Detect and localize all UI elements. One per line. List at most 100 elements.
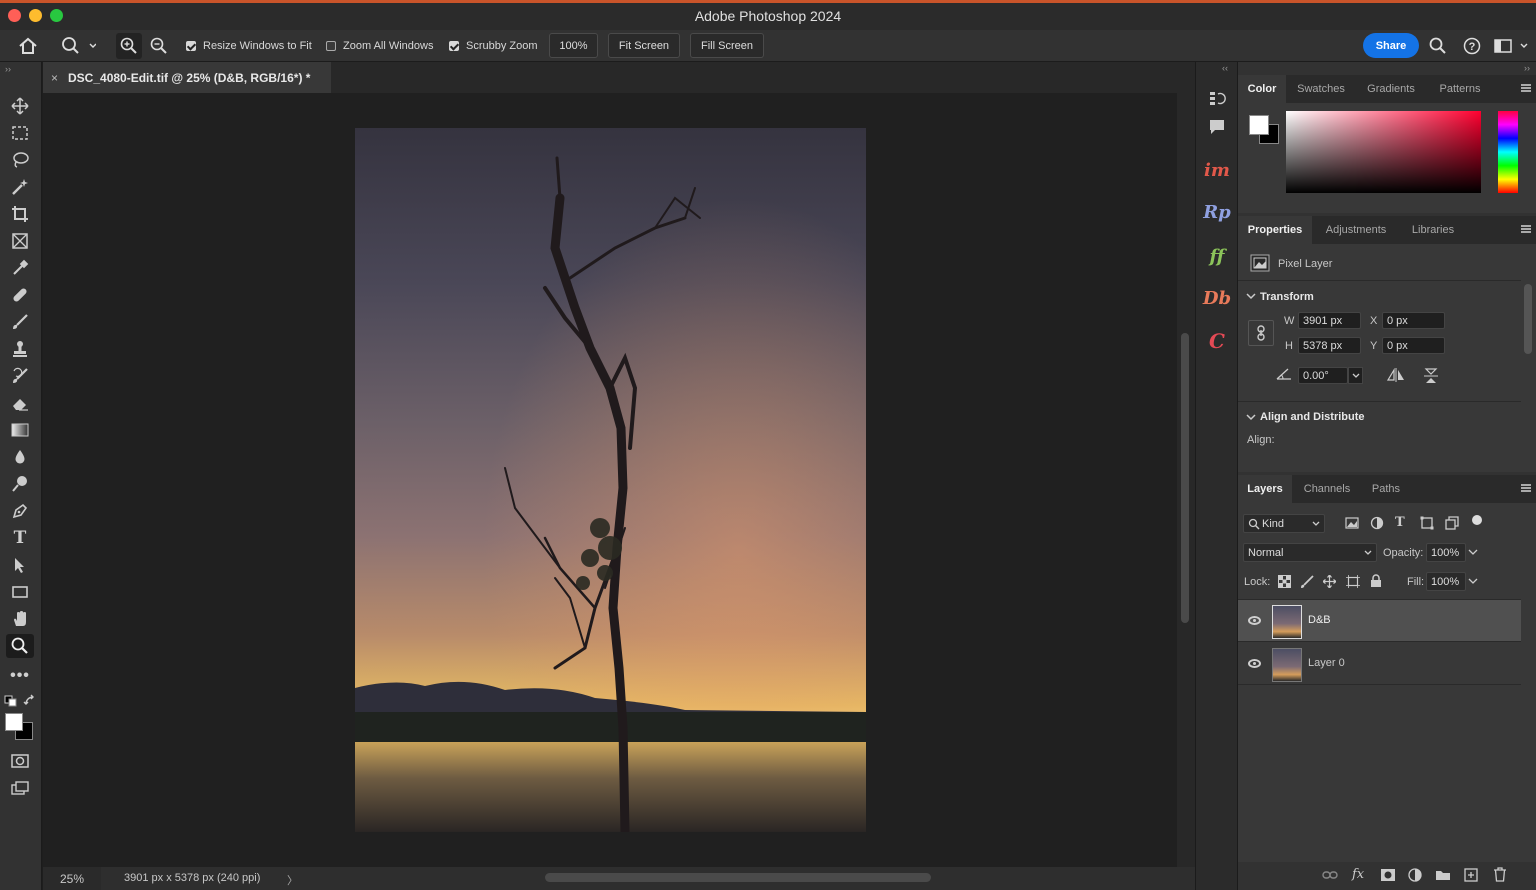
plugin-ff-icon[interactable]: ff — [1203, 242, 1231, 270]
transform-header[interactable]: Transform — [1260, 291, 1314, 303]
y-field[interactable]: 0 px — [1382, 337, 1445, 354]
rectangle-tool-icon[interactable] — [6, 580, 34, 604]
dodge-tool-icon[interactable] — [6, 472, 34, 496]
tab-swatches[interactable]: Swatches — [1288, 75, 1354, 103]
zoom-tool-icon[interactable] — [6, 634, 34, 658]
tab-layers[interactable]: Layers — [1238, 475, 1292, 503]
frame-tool-icon[interactable] — [6, 229, 34, 253]
opacity-dropdown-icon[interactable] — [1468, 547, 1478, 559]
pen-tool-icon[interactable] — [6, 499, 34, 523]
fill-dropdown-icon[interactable] — [1468, 576, 1478, 588]
link-icon[interactable] — [1322, 870, 1338, 883]
link-dimensions-icon[interactable] — [1248, 320, 1274, 346]
tab-patterns[interactable]: Patterns — [1430, 75, 1490, 103]
height-field[interactable]: 5378 px — [1298, 337, 1361, 354]
tab-libraries[interactable]: Libraries — [1402, 216, 1464, 244]
tab-color[interactable]: Color — [1238, 75, 1286, 103]
flip-horizontal-icon[interactable] — [1386, 367, 1406, 385]
properties-scroll-thumb[interactable] — [1524, 284, 1532, 354]
folder-icon[interactable] — [1435, 869, 1451, 884]
fill-field[interactable]: 100% — [1426, 572, 1466, 591]
history-brush-tool-icon[interactable] — [6, 364, 34, 388]
share-button[interactable]: Share — [1363, 33, 1419, 58]
layer-row-layer0[interactable]: Layer 0 — [1238, 643, 1521, 685]
flip-vertical-icon[interactable] — [1424, 367, 1438, 388]
gradient-tool-icon[interactable] — [6, 418, 34, 442]
filter-smart-object-icon[interactable] — [1445, 516, 1459, 533]
fit-screen-button[interactable]: Fit Screen — [608, 33, 680, 58]
healing-brush-tool-icon[interactable] — [6, 283, 34, 307]
visibility-eye-icon[interactable] — [1248, 616, 1261, 625]
status-menu-arrow[interactable]: 〉 — [287, 872, 298, 888]
scrubby-zoom-checkbox[interactable]: Scrubby Zoom — [449, 30, 538, 62]
magic-wand-tool-icon[interactable] — [6, 175, 34, 199]
swap-colors-icon[interactable] — [23, 694, 37, 711]
quick-mask-icon[interactable] — [6, 749, 34, 773]
path-selection-tool-icon[interactable] — [6, 553, 34, 577]
chevron-down-icon[interactable] — [1246, 412, 1256, 424]
help-icon[interactable]: ? — [1463, 30, 1481, 62]
lasso-tool-icon[interactable] — [6, 148, 34, 172]
move-tool-icon[interactable] — [6, 94, 34, 118]
horizontal-scroll-thumb[interactable] — [545, 873, 931, 882]
mask-icon[interactable] — [1380, 868, 1396, 885]
layer-name[interactable]: Layer 0 — [1308, 657, 1345, 669]
zoom-all-windows-checkbox[interactable]: Zoom All Windows — [326, 30, 433, 62]
home-icon[interactable] — [18, 30, 38, 62]
plugin-db-icon[interactable]: Db — [1203, 284, 1231, 312]
workspace-icon[interactable] — [1494, 30, 1528, 62]
layer-name[interactable]: D&B — [1308, 614, 1331, 626]
visibility-eye-icon[interactable] — [1248, 659, 1261, 668]
clone-stamp-tool-icon[interactable] — [6, 337, 34, 361]
zoom-in-icon[interactable] — [116, 33, 142, 59]
tab-gradients[interactable]: Gradients — [1358, 75, 1424, 103]
resize-windows-checkbox[interactable]: Resize Windows to Fit — [186, 30, 312, 62]
fg-color-chip[interactable] — [1249, 115, 1269, 135]
panel-menu-icon[interactable] — [1521, 84, 1531, 92]
panel-menu-icon[interactable] — [1521, 484, 1531, 492]
collapse-panel-icon[interactable]: ›› — [5, 64, 11, 74]
fx-icon[interactable]: fx — [1352, 867, 1364, 882]
vertical-scroll-thumb[interactable] — [1181, 333, 1189, 623]
collapse-left-icon[interactable]: ‹‹ — [1222, 63, 1228, 73]
tab-paths[interactable]: Paths — [1362, 475, 1410, 503]
hue-slider[interactable] — [1498, 111, 1518, 193]
panel-menu-icon[interactable] — [1521, 225, 1531, 233]
screen-mode-icon[interactable] — [6, 776, 34, 800]
align-distribute-header[interactable]: Align and Distribute — [1260, 411, 1365, 423]
more-tools-icon[interactable]: ••• — [6, 664, 34, 688]
lock-artboard-icon[interactable] — [1346, 575, 1360, 591]
zoom-out-icon[interactable] — [150, 30, 168, 62]
width-field[interactable]: 3901 px — [1298, 312, 1361, 329]
zoom-percent-field[interactable]: 100% — [549, 33, 598, 58]
document-tab[interactable]: × DSC_4080-Edit.tif @ 25% (D&B, RGB/16*)… — [43, 62, 331, 93]
zoom-level[interactable]: 25% — [43, 867, 101, 890]
foreground-color-swatch[interactable] — [5, 713, 23, 731]
brush-tool-icon[interactable] — [6, 310, 34, 334]
trash-icon[interactable] — [1493, 867, 1507, 885]
plugin-rp-icon[interactable]: Rp — [1203, 198, 1231, 226]
vertical-scrollbar[interactable] — [1177, 93, 1195, 867]
angle-dropdown-icon[interactable] — [1348, 367, 1363, 384]
angle-field[interactable]: 0.00° — [1298, 367, 1348, 384]
close-tab-icon[interactable]: × — [51, 71, 58, 85]
collapse-right-icon[interactable]: ›› — [1524, 63, 1530, 73]
x-field[interactable]: 0 px — [1382, 312, 1445, 329]
filter-pixel-icon[interactable] — [1345, 516, 1359, 533]
new-layer-icon[interactable] — [1464, 868, 1478, 885]
filter-type-icon[interactable]: T — [1395, 515, 1405, 530]
layer-row-db[interactable]: D&B — [1238, 600, 1521, 642]
layer-filter-select[interactable]: Kind — [1243, 514, 1325, 533]
eraser-tool-icon[interactable] — [6, 391, 34, 415]
marquee-tool-icon[interactable] — [6, 121, 34, 145]
lock-all-icon[interactable] — [1370, 574, 1382, 591]
type-tool-icon[interactable]: T — [6, 526, 34, 550]
hand-tool-icon[interactable] — [6, 607, 34, 631]
zoom-tool-preset-icon[interactable] — [60, 30, 96, 62]
filter-toggle-icon[interactable] — [1472, 515, 1482, 525]
adjustment-icon[interactable] — [1408, 868, 1422, 885]
search-icon[interactable] — [1429, 30, 1447, 62]
blend-mode-select[interactable]: Normal — [1243, 543, 1377, 562]
fill-screen-button[interactable]: Fill Screen — [690, 33, 764, 58]
blur-tool-icon[interactable] — [6, 445, 34, 469]
